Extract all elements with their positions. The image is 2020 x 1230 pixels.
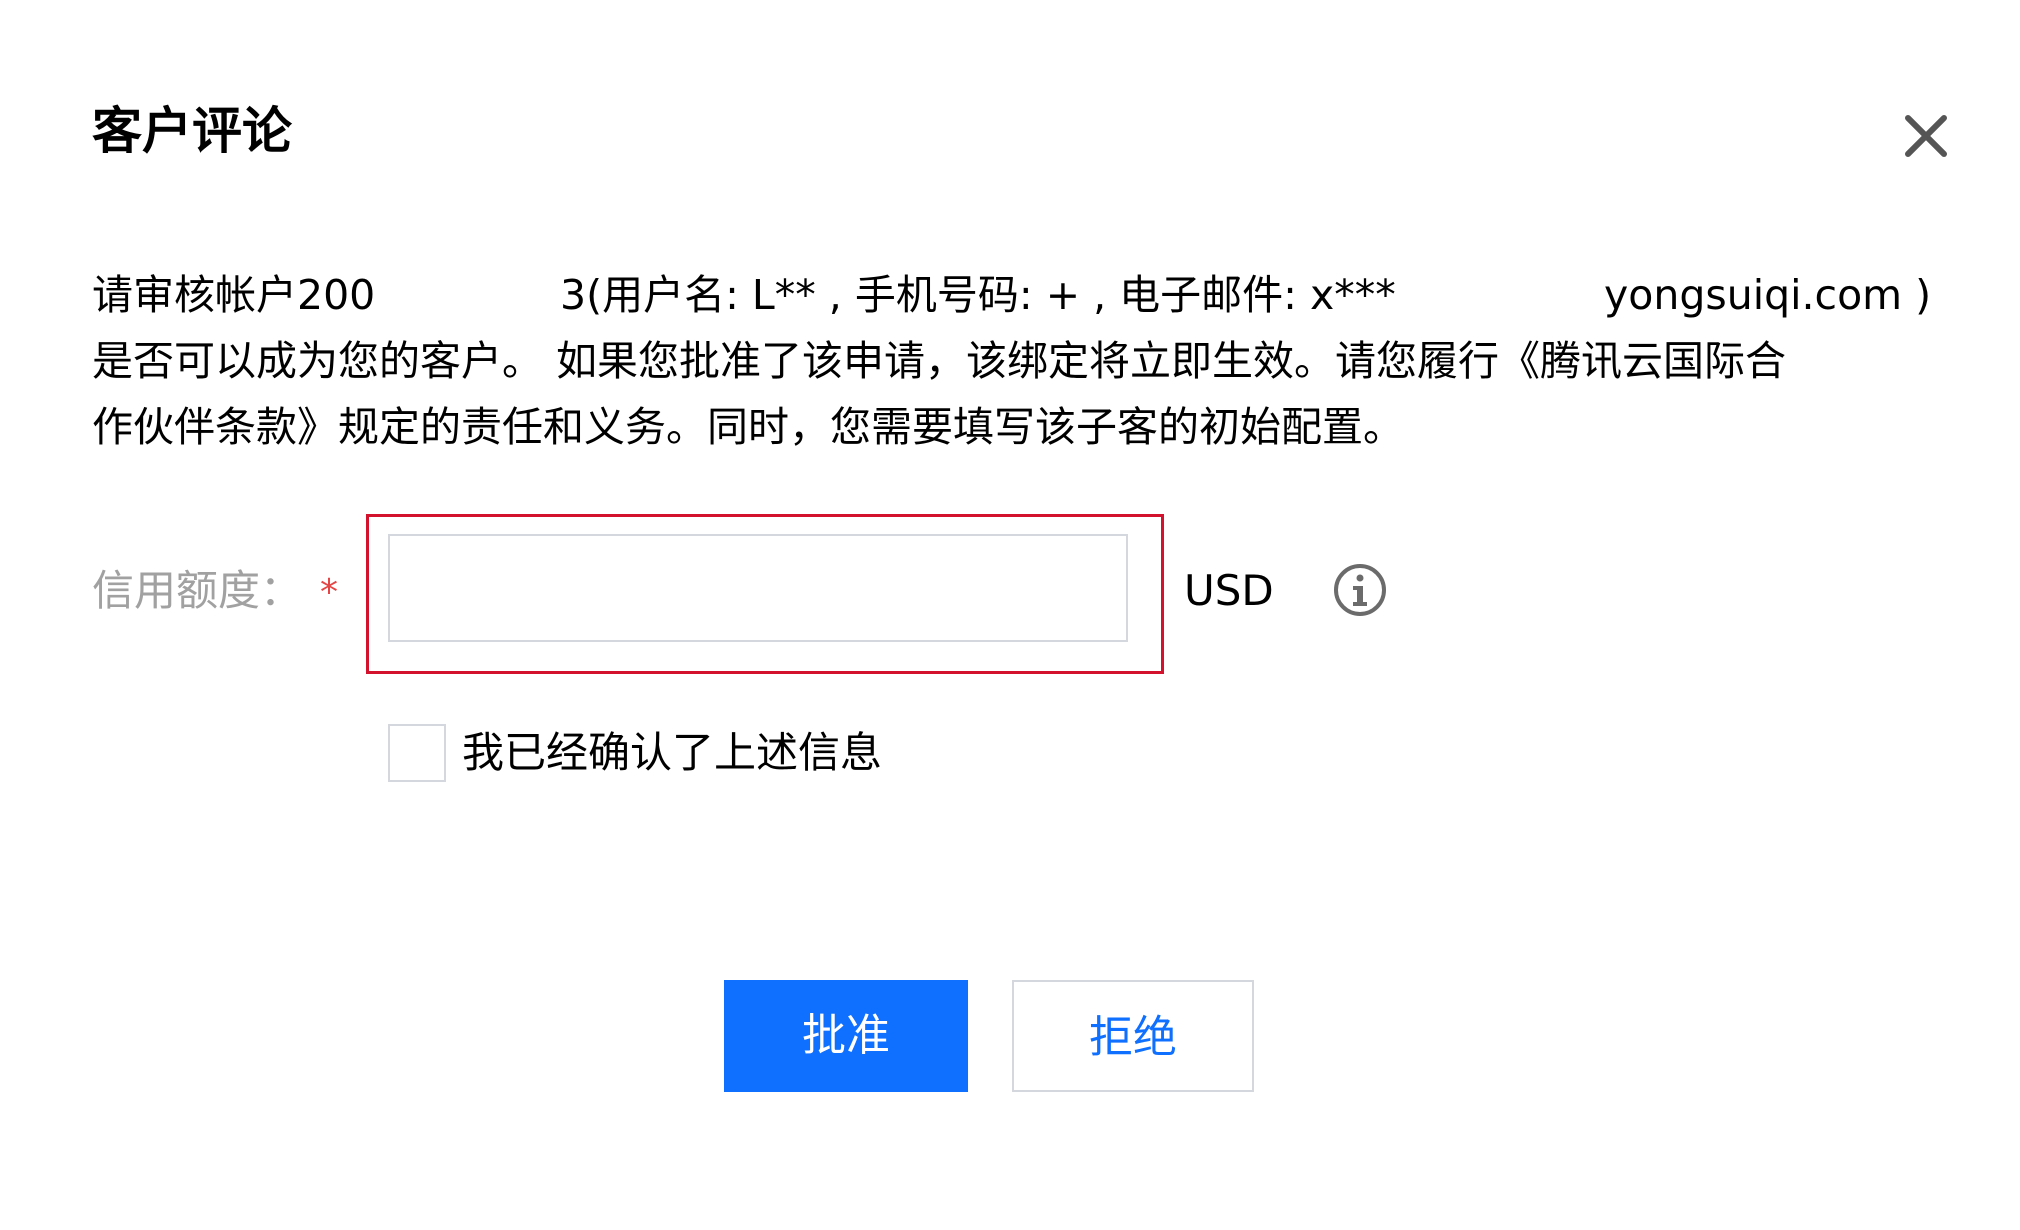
credit-limit-input[interactable] [388, 534, 1128, 642]
review-description: 请审核帐户200 3(用户名: L** , 手机号码: + , 电子邮件: x*… [92, 262, 1932, 460]
description-line-3: 作伙伴条款》规定的责任和义务。同时，您需要填写该子客的初始配置。 [92, 403, 1404, 451]
info-icon[interactable] [1332, 562, 1388, 618]
email-domain-text: yongsuiqi.com ) [1604, 271, 1932, 319]
account-prefix-text: 请审核帐户200 [92, 271, 376, 319]
reject-button[interactable]: 拒绝 [1012, 980, 1254, 1092]
credit-limit-label: 信用额度： [92, 566, 303, 615]
currency-label: USD [1184, 566, 1274, 615]
confirm-checkbox[interactable] [388, 724, 446, 782]
description-line-2: 是否可以成为您的客户。 如果您批准了该申请，该绑定将立即生效。请您履行《腾讯云国… [92, 337, 1787, 385]
confirm-checkbox-label[interactable]: 我已经确认了上述信息 [462, 720, 882, 786]
customer-review-dialog: 客户评论 请审核帐户200 3(用户名: L** , 手机号码: + , 电子邮… [0, 0, 2020, 1230]
description-line-1: 请审核帐户200 3(用户名: L** , 手机号码: + , 电子邮件: x*… [92, 262, 1932, 328]
required-mark: * [320, 572, 338, 613]
account-details-text: 3(用户名: L** , 手机号码: + , 电子邮件: x*** [560, 271, 1396, 319]
approve-button[interactable]: 批准 [724, 980, 968, 1092]
dialog-title: 客户评论 [92, 102, 292, 160]
close-icon[interactable] [1898, 108, 1954, 164]
